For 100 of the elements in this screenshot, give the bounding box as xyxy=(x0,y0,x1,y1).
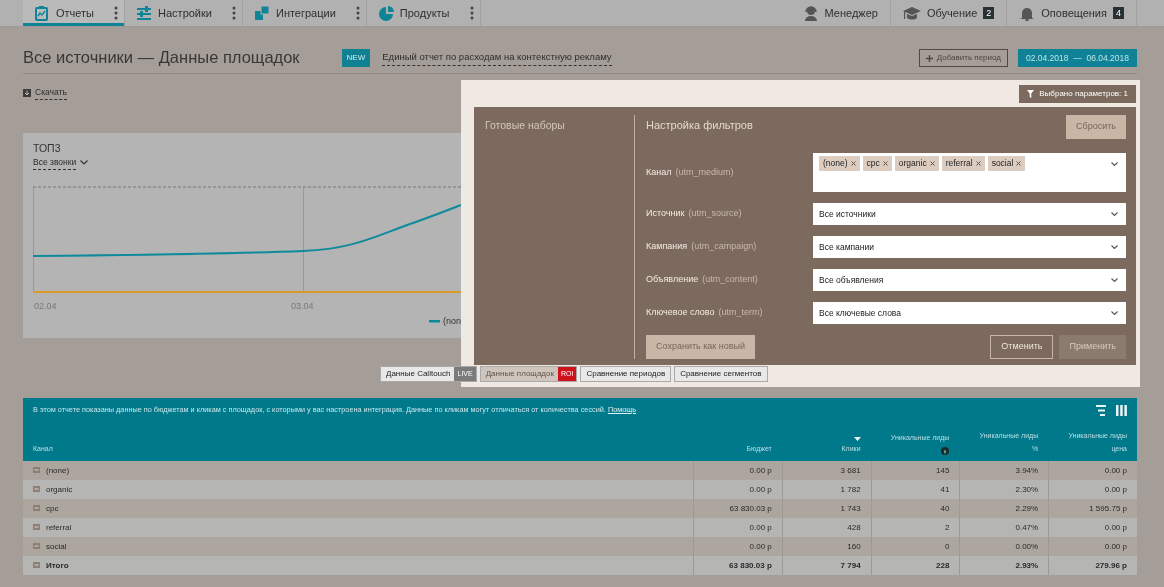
table-cell: 0.00 р xyxy=(1048,517,1137,537)
filter-label: Объявление xyxy=(646,274,699,285)
table-cell: 228 xyxy=(870,555,960,575)
table-cell: 3.94% xyxy=(959,460,1049,480)
param-hint: (utm_medium) xyxy=(675,166,734,177)
table-cell: 0.00 р xyxy=(1048,479,1137,499)
info-icon[interactable] xyxy=(941,446,950,455)
new-badge: NEW xyxy=(341,49,371,67)
chevron-down-icon xyxy=(1111,245,1118,249)
plus-icon xyxy=(925,54,933,62)
table-cell-text: organic xyxy=(46,483,73,496)
table-cell: 2.93% xyxy=(959,555,1049,575)
selected-params-button[interactable]: Выбрано параметров: 1 xyxy=(1019,85,1136,103)
dropdown-field[interactable]: Все объявления xyxy=(813,269,1126,291)
action-button[interactable]: Отменить xyxy=(990,335,1054,359)
chevron-down-icon xyxy=(1111,162,1118,166)
report-link[interactable]: Единый отчет по расходам на контекстную рекламу xyxy=(382,50,612,66)
clipboard-chart-icon xyxy=(34,5,50,21)
table-cell: 0.00 р xyxy=(693,479,782,499)
headset-person-icon xyxy=(802,5,819,21)
table-cell: 0.47% xyxy=(959,517,1049,537)
download-icon xyxy=(23,88,31,97)
sort-arrow-icon[interactable] xyxy=(853,437,861,442)
table-cell: 160 xyxy=(781,536,871,556)
filter-tag[interactable]: social xyxy=(987,156,1026,171)
date-range-button[interactable]: 02.04.2018 — 06.04.2018 xyxy=(1017,48,1137,68)
param-hint: (utm_content) xyxy=(702,274,758,285)
add-period-button[interactable]: Добавить период xyxy=(918,49,1008,67)
page-title: Все источники — Данные площадок xyxy=(23,48,300,68)
tag-select-field[interactable]: (none) cpc organic referral social xyxy=(813,153,1126,192)
filter-icon xyxy=(1027,90,1035,98)
table-cell: 428 xyxy=(781,517,871,537)
table-cell: 2.30% xyxy=(959,479,1049,499)
filter-tag[interactable]: (none) xyxy=(819,156,860,171)
table-cell: 2.29% xyxy=(959,498,1049,518)
filter-label: Источник xyxy=(646,208,685,219)
table-cell: 7 794 xyxy=(781,555,871,575)
nav-tab[interactable]: Отчеты xyxy=(23,0,126,26)
table-cell: 1 782 xyxy=(781,479,871,499)
kebab-menu-icon[interactable] xyxy=(355,6,360,20)
table-cell: 41 xyxy=(870,479,960,499)
count-badge: 4 xyxy=(1113,7,1124,19)
chevron-down-icon xyxy=(1111,311,1118,315)
sort-lines-icon[interactable] xyxy=(1096,404,1106,416)
pie-chart-icon xyxy=(377,5,394,21)
presets-title: Готовые наборы xyxy=(485,118,566,133)
squares-icon xyxy=(253,5,270,21)
nav-item[interactable]: Менеджер xyxy=(790,0,891,26)
columns-icon[interactable] xyxy=(1116,404,1127,416)
table-cell-text: referral xyxy=(46,521,72,534)
remove-icon[interactable] xyxy=(850,160,856,166)
table-cell: 0.00 р xyxy=(693,460,782,480)
param-hint: (utm_term) xyxy=(718,307,763,318)
filter-tag[interactable]: cpc xyxy=(862,156,892,171)
kebab-menu-icon[interactable] xyxy=(114,6,119,20)
nav-tab[interactable]: Продукты xyxy=(366,0,481,26)
panel-title: Настройка фильтров xyxy=(646,118,753,133)
param-hint: (utm_source) xyxy=(688,208,742,219)
graduation-cap-icon xyxy=(902,5,921,21)
table-cell: 40 xyxy=(870,498,960,518)
remove-icon[interactable] xyxy=(882,160,888,166)
legend-label: (non xyxy=(443,315,461,326)
metric-dropdown[interactable]: Все звонки xyxy=(33,155,77,170)
filter-label: Кампания xyxy=(646,241,688,252)
table-cell: 1 743 xyxy=(781,498,871,518)
chevron-down-icon[interactable] xyxy=(80,160,89,166)
filter-tag[interactable]: referral xyxy=(941,156,985,171)
dropdown-field[interactable]: Все источники xyxy=(813,203,1126,225)
download-link[interactable]: Скачать xyxy=(35,86,67,100)
filter-label: Ключевое слово xyxy=(646,307,715,318)
table-cell: 0.00 р xyxy=(1048,536,1137,556)
count-badge: 2 xyxy=(983,7,995,19)
table-cell: 63 830.03 р xyxy=(693,555,782,575)
remove-icon[interactable] xyxy=(929,160,935,166)
dropdown-field[interactable]: Все ключевые слова xyxy=(813,302,1126,324)
nav-tab[interactable]: Интеграции xyxy=(242,0,367,26)
table-cell: 0.00% xyxy=(959,536,1049,556)
table-cell-text: (none) xyxy=(46,464,70,477)
dropdown-field[interactable]: Все кампании xyxy=(813,236,1126,258)
nav-item[interactable]: Оповещения 4 xyxy=(1007,0,1137,26)
table-cell: 145 xyxy=(870,460,960,480)
table-cell: 2 xyxy=(870,517,960,537)
nav-item[interactable]: Обучение 2 xyxy=(890,0,1008,26)
kebab-menu-icon[interactable] xyxy=(469,6,474,20)
table-cell: 0 xyxy=(870,536,960,556)
filter-label: Канал xyxy=(646,166,672,177)
kebab-menu-icon[interactable] xyxy=(231,6,236,20)
filter-tag[interactable]: organic xyxy=(894,156,939,171)
chart-title: ТОП3 xyxy=(33,140,62,155)
chevron-down-icon xyxy=(1111,278,1118,282)
nav-tab[interactable]: Настройки xyxy=(125,0,243,26)
param-hint: (utm_campaign) xyxy=(691,241,757,252)
remove-icon[interactable] xyxy=(1016,160,1022,166)
table-cell: 279.96 р xyxy=(1048,555,1137,575)
table-cell-text: social xyxy=(46,540,67,553)
table-cell: 63 830.03 р xyxy=(693,498,782,518)
table-cell: 3 681 xyxy=(781,460,871,480)
table-cell-text: Итого xyxy=(46,559,69,572)
table-cell: 1 595.75 р xyxy=(1048,498,1137,518)
remove-icon[interactable] xyxy=(975,160,981,166)
